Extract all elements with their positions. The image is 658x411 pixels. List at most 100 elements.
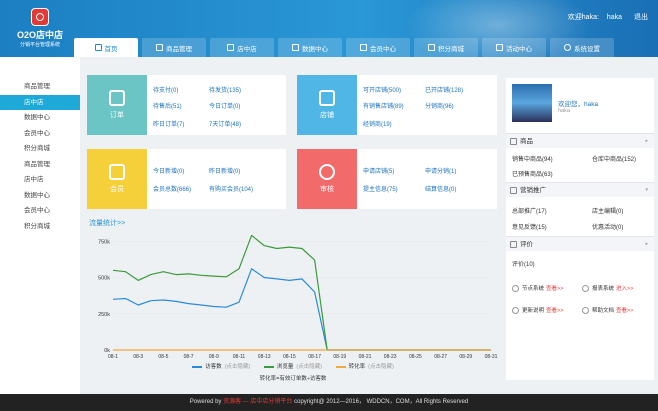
store-block[interactable]: 店铺 [297, 75, 357, 135]
tab-home[interactable]: 首页 [74, 38, 138, 57]
store-link[interactable]: 经销商(19) [363, 119, 392, 128]
legend-swatch [263, 365, 274, 368]
avatar[interactable] [512, 84, 552, 122]
x-tick-label: 08-25 [409, 354, 422, 360]
legend-swatch [192, 365, 203, 368]
sidebar-item-store-2[interactable]: 店中店 [0, 172, 80, 188]
audit-link[interactable]: 结算信息(0) [425, 184, 456, 193]
tool-update-notes[interactable]: 更新说明 查看>> [512, 306, 563, 315]
order-block[interactable]: 订单 [87, 75, 147, 135]
member-link[interactable]: 有购买会员(104) [209, 184, 253, 193]
tool-label: 节点系统 [522, 286, 545, 292]
sidebar-item-goods[interactable]: 商品管理 [0, 79, 80, 95]
tab-settings[interactable]: 系统设置 [550, 38, 614, 57]
member-link[interactable]: 今日新增(0) [153, 166, 184, 175]
tab-activity[interactable]: 活动中心 [482, 38, 546, 57]
sidebar-item-store[interactable]: 店中店 [0, 94, 80, 110]
store-icon [227, 44, 235, 51]
promo-link[interactable]: 优惠活动(0) [592, 222, 623, 231]
tab-label: 数据中心 [302, 45, 328, 53]
logo-subtitle: 分销平台管理系统 [19, 42, 60, 48]
member-link[interactable]: 昨日新增(0) [209, 166, 240, 175]
order-link[interactable]: 待支付(0) [153, 85, 178, 94]
x-tick-label: 08-23 [384, 354, 397, 360]
legend-item-visitors[interactable]: 访客数 (点击隐藏) [192, 362, 250, 370]
chevron-right-icon: ▸ [645, 138, 648, 144]
promo-link[interactable]: 意见反馈(15) [512, 222, 547, 231]
tool-help-docs[interactable]: 帮助文档 查看>> [582, 306, 633, 315]
member-link[interactable]: 会员总数(666) [153, 184, 191, 193]
tool-action[interactable]: 进入>> [616, 286, 633, 292]
username-link[interactable]: haka [607, 14, 622, 21]
order-link[interactable]: 待售后(51) [153, 101, 182, 110]
chart-legend: 访客数 (点击隐藏) 浏览量 (点击隐藏) 转化率 (点击隐藏) [87, 362, 499, 370]
goods-section-title: 商品 [520, 138, 533, 145]
audit-link[interactable]: 申请店铺(5) [363, 166, 394, 175]
audit-link[interactable]: 提主信息(75) [363, 184, 398, 193]
bar-chart-icon [582, 285, 589, 293]
review-link[interactable]: 评价(10) [512, 259, 535, 268]
sidebar-item-points[interactable]: 积分商城 [0, 141, 80, 157]
legend-item-pageviews[interactable]: 浏览量 (点击隐藏) [263, 362, 322, 370]
tool-node-system[interactable]: 节点系统 查看>> [512, 284, 563, 293]
legend-item-conversion[interactable]: 转化率 (点击隐藏) [335, 362, 394, 370]
gear-icon [564, 44, 571, 51]
goods-link[interactable]: 销售中商品(94) [512, 154, 553, 163]
tab-member[interactable]: 会员中心 [346, 38, 410, 57]
sidebar-item-member[interactable]: 会员中心 [0, 126, 80, 142]
promo-link[interactable]: 店主编辑(0) [592, 206, 623, 215]
y-tick-label: 250k [98, 312, 110, 318]
store-title: 店铺 [320, 112, 334, 119]
tool-report-system[interactable]: 报表系统 进入>> [582, 284, 633, 293]
promo-link[interactable]: 总部推广(17) [512, 206, 547, 215]
x-tick-label: 08-19 [333, 354, 346, 360]
sidebar-item-points-2[interactable]: 积分商城 [0, 219, 80, 235]
order-link[interactable]: 昨日订单(7) [153, 119, 184, 128]
audit-link[interactable]: 申请分销(1) [425, 166, 456, 175]
order-link[interactable]: 今日订单(0) [209, 101, 240, 110]
x-tick-label: 08-21 [359, 354, 372, 360]
tab-goods[interactable]: 商品管理 [142, 38, 206, 57]
tab-data[interactable]: 数据中心 [278, 38, 342, 57]
sidebar-item-data[interactable]: 数据中心 [0, 110, 80, 126]
tool-action[interactable]: 查看>> [616, 308, 633, 314]
order-title: 订单 [110, 112, 124, 119]
tab-label: 店中店 [237, 45, 257, 53]
right-panel: 欢迎您，haka haka 商品 ▸ 销售中商品(94) 仓库中商品(152) … [506, 78, 654, 380]
comment-icon [510, 241, 517, 248]
audit-block[interactable]: 审核 [297, 149, 357, 209]
order-link[interactable]: 7天订单(48) [209, 119, 241, 128]
store-link[interactable]: 有销售店铺(89) [363, 101, 404, 110]
logout-link[interactable]: 退出 [634, 14, 648, 21]
tools-icon [512, 285, 519, 293]
review-section-header[interactable]: 评价 ▸ [506, 236, 654, 251]
order-link[interactable]: 待发货(135) [209, 85, 241, 94]
legend-label: 访客数 [205, 364, 222, 370]
x-tick-label: 08-15 [283, 354, 296, 360]
footer-copyright: copyright@ 2012—2016， WDDCN，COM，All Righ… [294, 399, 469, 405]
sidebar-item-goods-2[interactable]: 商品管理 [0, 157, 80, 173]
tab-store[interactable]: 店中店 [210, 38, 274, 57]
goods-section-header[interactable]: 商品 ▸ [506, 133, 654, 148]
sidebar-item-member-2[interactable]: 会员中心 [0, 203, 80, 219]
store-icon [319, 90, 335, 106]
store-link[interactable]: 已开店铺(128) [425, 85, 463, 94]
tool-action[interactable]: 查看>> [546, 286, 563, 292]
tool-action[interactable]: 查看>> [546, 308, 563, 314]
x-tick-label: 08-5 [158, 354, 168, 360]
user-bar: 欢迎haka: haka 退出 [562, 12, 648, 22]
tab-label: 商品管理 [166, 45, 192, 53]
goods-link[interactable]: 已预售商品(63) [512, 169, 553, 178]
store-link[interactable]: 可开店铺(500) [363, 85, 401, 94]
footer-brand-link[interactable]: 资源客 — 店中店分销平台 [223, 399, 292, 405]
sidebar-item-data-2[interactable]: 数据中心 [0, 188, 80, 204]
tab-points-mall[interactable]: 积分商城 [414, 38, 478, 57]
member-block[interactable]: 会员 [87, 149, 147, 209]
store-link[interactable]: 分销商(96) [425, 101, 454, 110]
promo-section-header[interactable]: 营销推广 ▾ [506, 182, 654, 197]
logo[interactable]: O2O店中店 分销平台管理系统 [10, 8, 70, 48]
goods-link[interactable]: 仓库中商品(152) [592, 154, 636, 163]
legend-hint: (点击隐藏) [368, 364, 394, 370]
logo-title: O2O店中店 [16, 30, 63, 40]
check-circle-icon [319, 164, 335, 180]
